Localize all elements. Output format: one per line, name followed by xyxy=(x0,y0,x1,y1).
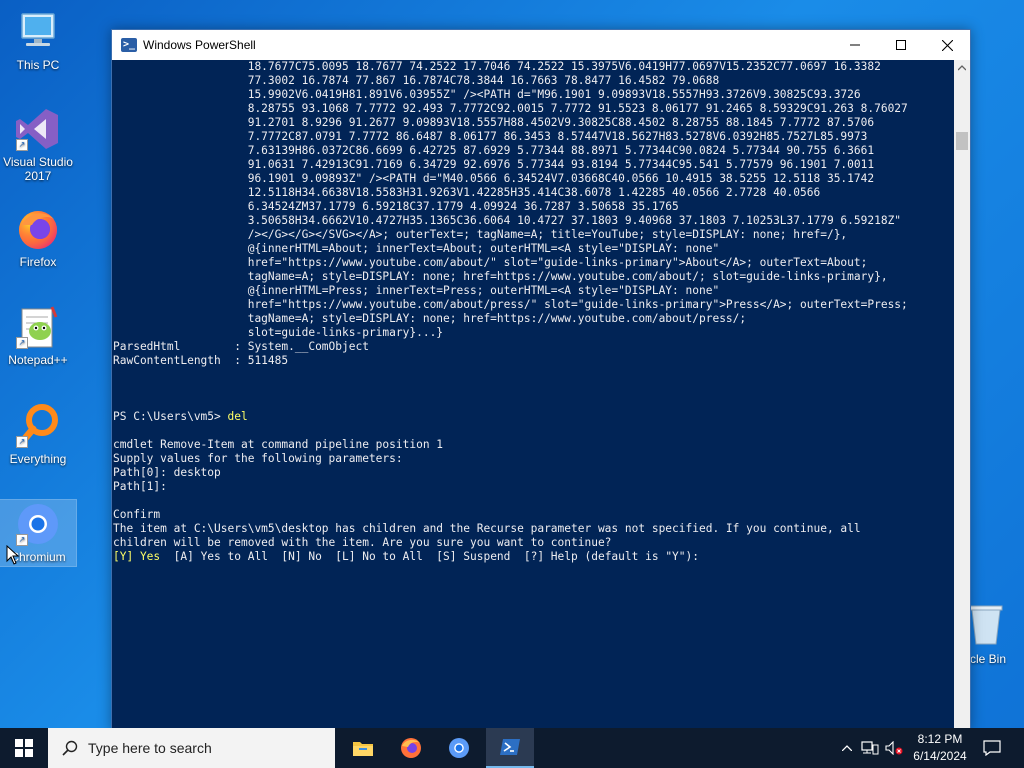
prompt-text: PS C:\Users\vm5> xyxy=(113,410,228,423)
console-line: @{innerHTML=Press; innerText=Press; oute… xyxy=(113,284,720,297)
console-line: @{innerHTML=About; innerText=About; oute… xyxy=(113,242,720,255)
desktop-icon-label: This PC xyxy=(16,58,60,72)
powershell-icon: >_ xyxy=(121,38,137,52)
console-line: 18.7677C75.0095 18.7677 74.2522 17.7046 … xyxy=(113,60,881,73)
console-line: /></G></G></SVG></A>; outerText=; tagNam… xyxy=(113,228,848,241)
visual-studio-icon: ↗ xyxy=(14,105,62,153)
console-line: 15.9902V6.0419H81.891V6.03955Z" /><PATH … xyxy=(113,88,861,101)
network-icon xyxy=(861,741,879,755)
taskbar-clock[interactable]: 8:12 PM 6/14/2024 xyxy=(900,731,980,765)
taskbar-file-explorer[interactable] xyxy=(339,728,387,768)
console-line: RawContentLength : 511485 xyxy=(113,354,289,367)
console-line: Path[1]: xyxy=(113,480,167,493)
console-line: 91.2701 8.9296 91.2677 9.09893V18.5557H8… xyxy=(113,116,875,129)
desktop-icon-visual-studio[interactable]: ↗ Visual Studio 2017 xyxy=(0,105,76,183)
console-line: PS C:\Users\vm5> del xyxy=(113,410,248,424)
powershell-icon xyxy=(500,739,520,755)
minimize-button[interactable] xyxy=(832,30,878,60)
chevron-up-icon xyxy=(958,65,966,71)
this-pc-icon xyxy=(14,8,62,56)
everything-search-icon: ↗ xyxy=(14,402,62,450)
desktop-icon-label: Firefox xyxy=(19,255,57,269)
console-line: Supply values for the following paramete… xyxy=(113,452,403,465)
chevron-up-icon xyxy=(842,745,852,751)
chromium-icon: ↗ xyxy=(14,500,62,548)
scrollbar-thumb[interactable] xyxy=(956,132,968,150)
desktop-icon-label: Visual Studio 2017 xyxy=(3,155,73,183)
mouse-cursor-icon xyxy=(6,545,20,565)
network-button[interactable] xyxy=(860,728,880,768)
taskbar-firefox[interactable] xyxy=(387,728,435,768)
taskbar: Type here to search 8:12 PM 6/14/2024 xyxy=(0,728,1024,768)
console-line: href="https://www.youtube.com/about/" sl… xyxy=(113,256,868,269)
minimize-icon xyxy=(850,44,860,46)
console-line: 77.3002 16.7874 77.867 16.7874C78.3844 1… xyxy=(113,74,720,87)
console-output[interactable]: 18.7677C75.0095 18.7677 74.2522 17.7046 … xyxy=(112,60,954,730)
console-line: children will be removed with the item. … xyxy=(113,536,612,549)
clock-date: 6/14/2024 xyxy=(913,749,967,763)
console-line: 3.50658H34.6662V10.4727H35.1365C36.6064 … xyxy=(113,214,902,227)
show-hidden-icons-button[interactable] xyxy=(838,728,856,768)
search-icon xyxy=(62,740,78,756)
console-line: 7.7772C87.0791 7.7772 86.6487 8.06177 86… xyxy=(113,130,868,143)
typed-command: del xyxy=(227,410,248,423)
recycle-bin-icon xyxy=(966,600,1014,648)
search-placeholder: Type here to search xyxy=(88,740,212,756)
console-line: href="https://www.youtube.com/about/pres… xyxy=(113,298,908,311)
console-line: slot=guide-links-primary}...} xyxy=(113,326,444,339)
console-line: ParsedHtml : System.__ComObject xyxy=(113,340,369,353)
maximize-button[interactable] xyxy=(878,30,924,60)
maximize-icon xyxy=(896,40,906,50)
console-line: 8.28755 93.1068 7.7772 92.493 7.7772C92.… xyxy=(113,102,908,115)
confirm-default-option: [Y] Yes xyxy=(113,550,161,563)
desktop-icon-firefox[interactable]: Firefox xyxy=(0,205,76,269)
taskbar-powershell[interactable] xyxy=(486,728,534,768)
windows-logo-icon xyxy=(15,739,33,757)
console-line: 12.5118H34.6638V18.5583H31.9263V1.42285H… xyxy=(113,186,821,199)
console-line: Confirm xyxy=(113,508,161,521)
desktop-icon-this-pc[interactable]: This PC xyxy=(0,8,76,72)
console-line: 6.34524ZM37.1779 6.59218C37.1779 4.09924… xyxy=(113,200,679,213)
desktop-icon-label: Notepad++ xyxy=(8,353,68,367)
notification-icon xyxy=(983,740,1001,756)
shortcut-arrow-icon: ↗ xyxy=(16,337,28,349)
powershell-window[interactable]: >_ Windows PowerShell 18.7677C75.0095 18… xyxy=(111,29,971,731)
notepad-plus-plus-icon: ↗ xyxy=(14,303,62,351)
file-explorer-icon xyxy=(353,742,373,756)
window-title: Windows PowerShell xyxy=(143,38,256,52)
firefox-icon xyxy=(401,738,421,758)
console-line: Path[0]: desktop xyxy=(113,466,221,479)
console-line: The item at C:\Users\vm5\desktop has chi… xyxy=(113,522,861,535)
close-button[interactable] xyxy=(924,30,970,60)
desktop-icon-label: Everything xyxy=(9,452,67,466)
taskbar-chromium[interactable] xyxy=(435,728,483,768)
scroll-up-button[interactable] xyxy=(954,60,970,76)
firefox-icon xyxy=(14,205,62,253)
console-line: 7.63139H86.0372C86.6699 6.42725 87.6929 … xyxy=(113,144,875,157)
chromium-icon xyxy=(449,738,469,758)
window-titlebar[interactable]: >_ Windows PowerShell xyxy=(112,30,970,60)
start-button[interactable] xyxy=(0,728,48,768)
desktop-icon-everything[interactable]: ↗ Everything xyxy=(0,402,76,466)
console-line: 91.0631 7.42913C91.7169 6.34729 92.6976 … xyxy=(113,158,875,171)
confirm-other-options: [A] Yes to All [N] No [L] No to All [S] … xyxy=(160,550,699,563)
taskbar-search-box[interactable]: Type here to search xyxy=(48,728,335,768)
console-line: 96.1901 9.09893Z" /><PATH d="M40.0566 6.… xyxy=(113,172,875,185)
close-icon xyxy=(941,39,953,51)
recycle-bin-label: cle Bin xyxy=(970,652,1007,666)
clock-time: 8:12 PM xyxy=(917,732,963,746)
shortcut-arrow-icon: ↗ xyxy=(16,139,28,151)
console-scrollbar[interactable] xyxy=(954,60,970,730)
desktop-icon-notepad-plus-plus[interactable]: ↗ Notepad++ xyxy=(0,303,76,367)
confirm-options: [Y] Yes [A] Yes to All [N] No [L] No to … xyxy=(113,550,699,564)
console-line: tagName=A; style=DISPLAY: none; href=htt… xyxy=(113,312,747,325)
console-line: tagName=A; style=DISPLAY: none; href=htt… xyxy=(113,270,888,283)
console-line: cmdlet Remove-Item at command pipeline p… xyxy=(113,438,444,451)
action-center-button[interactable] xyxy=(980,728,1004,768)
shortcut-arrow-icon: ↗ xyxy=(16,436,28,448)
